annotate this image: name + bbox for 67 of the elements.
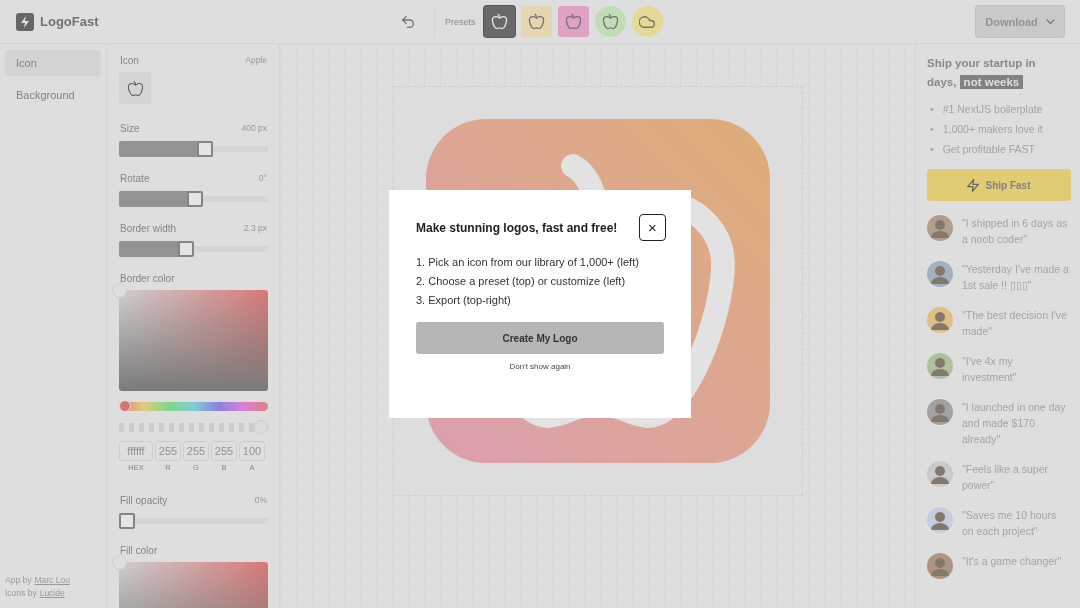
avatar-icon <box>927 215 953 241</box>
icon-picker-button[interactable] <box>119 72 151 104</box>
preset-button[interactable] <box>557 6 589 37</box>
picker-handle[interactable] <box>112 555 127 570</box>
picker-handle[interactable] <box>112 283 127 298</box>
section-label: Border color <box>120 272 175 284</box>
slider-thumb[interactable] <box>119 513 135 529</box>
slider-reading: 0° <box>258 173 267 183</box>
apple-icon <box>490 13 508 30</box>
slider-label: Fill opacity <box>120 494 168 506</box>
avatar-icon <box>927 399 953 425</box>
chevron-down-icon <box>1045 19 1055 24</box>
hue-thumb[interactable] <box>119 400 131 412</box>
dialog-title: Make stunning logos, fast and free! <box>416 220 618 235</box>
credit-link[interactable]: Lucide <box>39 588 65 598</box>
apple-icon <box>527 13 545 30</box>
slider-label: Border width <box>120 222 177 234</box>
color-value-field[interactable]: 255 <box>155 441 181 461</box>
nav-tab[interactable]: Background <box>5 82 101 108</box>
step-text: 1. Pick an icon from our library of 1,000+ (left) <box>416 255 640 270</box>
slider-reading: 0% <box>254 495 267 505</box>
promo-heading: Ship your startup in days, not weeks <box>927 56 1037 91</box>
color-area[interactable] <box>119 290 268 391</box>
apple-icon <box>601 13 619 30</box>
avatar-icon <box>927 353 953 379</box>
close-button[interactable]: × <box>639 214 666 241</box>
lightning-icon <box>967 178 980 192</box>
dont-show-again-link[interactable]: Don't show again <box>509 362 571 371</box>
step-text: 2. Choose a preset (top) or customize (left) <box>416 274 627 289</box>
bullet-marker: • <box>930 122 934 137</box>
promo-bullet: Get profitable FAST <box>942 142 1035 157</box>
apple-icon <box>126 79 144 97</box>
slider-label: Size <box>120 122 140 134</box>
step-text: 3. Export (top-right) <box>416 293 512 308</box>
ship-fast-button[interactable]: Ship Fast <box>927 169 1071 201</box>
testimonial-quote: "The best decision I've made" <box>962 308 1068 339</box>
credit-link[interactable]: Marc Lou <box>34 575 70 585</box>
nav-tab[interactable]: Icon <box>5 50 101 76</box>
avatar-icon <box>927 261 953 287</box>
cloud-icon <box>638 15 656 28</box>
avatar-icon <box>927 461 953 487</box>
credit-text: Icons by <box>5 588 37 598</box>
color-value-field[interactable]: ffffff <box>119 441 153 461</box>
credit-text: App by <box>5 575 32 585</box>
preset-button[interactable] <box>483 6 515 37</box>
presets-label: Presets <box>445 16 476 27</box>
bullet-marker: • <box>930 142 934 157</box>
color-value-field[interactable]: 255 <box>211 441 237 461</box>
preset-button[interactable] <box>520 6 552 37</box>
avatar-icon <box>927 507 953 533</box>
bolt-logo-icon <box>16 12 34 31</box>
color-value-field[interactable]: 255 <box>183 441 209 461</box>
section-label: Icon <box>120 54 139 66</box>
slider-thumb[interactable] <box>197 141 214 157</box>
section-label: Fill color <box>120 544 158 556</box>
avatar-icon <box>927 553 953 579</box>
undo-icon <box>400 13 416 30</box>
slider-label: Rotate <box>120 172 150 184</box>
bullet-marker: • <box>930 102 934 117</box>
app-name: LogoFast <box>40 14 99 29</box>
preset-button[interactable] <box>594 6 626 37</box>
promo-bullet: #1 NextJS boilerplate <box>942 102 1043 117</box>
preset-button[interactable] <box>631 6 663 37</box>
avatar-icon <box>927 307 953 333</box>
create-logo-button[interactable]: Create My Logo <box>416 322 664 354</box>
color-value-field[interactable]: 100 <box>239 441 265 461</box>
apple-icon <box>564 13 582 30</box>
